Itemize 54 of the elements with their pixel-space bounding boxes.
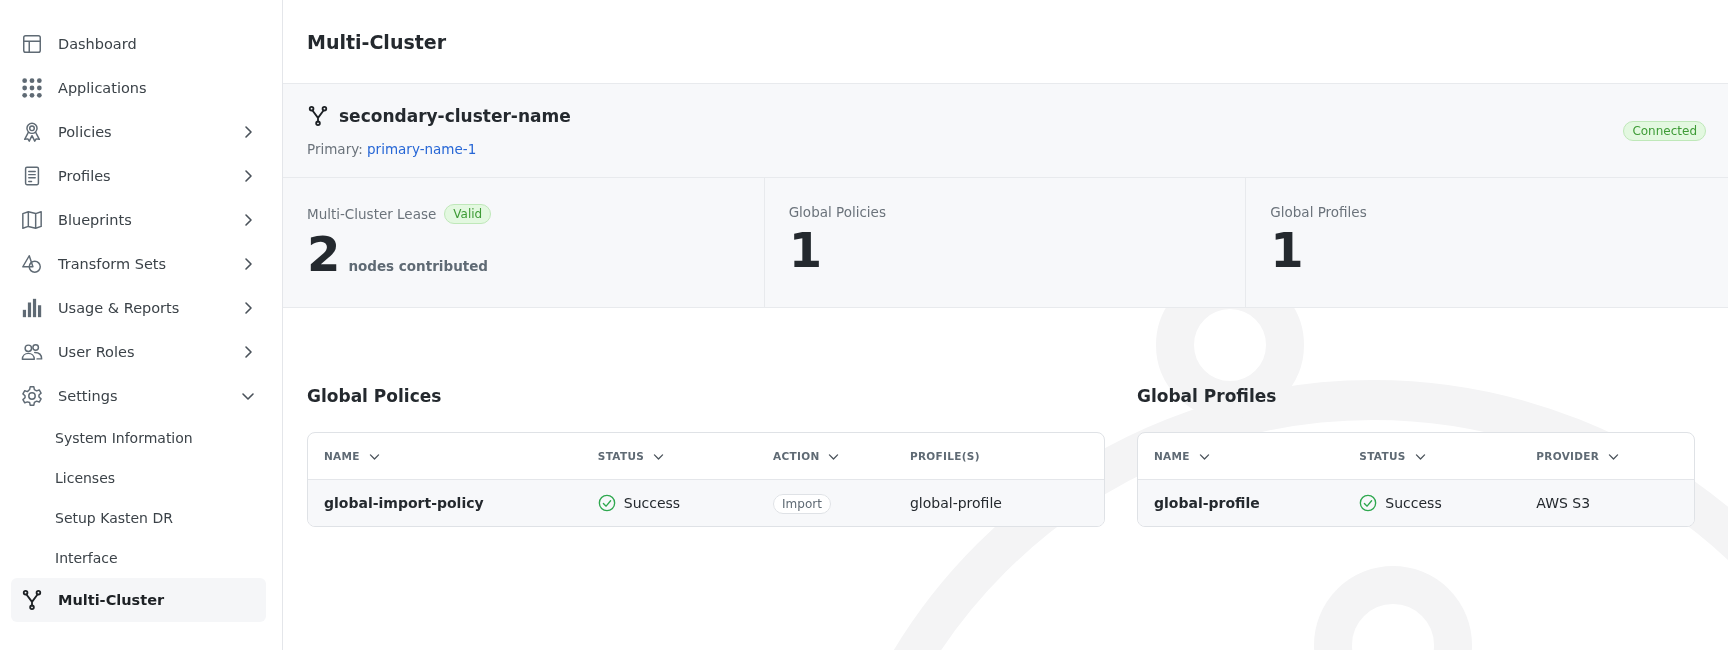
column-header[interactable]: ACTION: [773, 449, 910, 463]
map-icon: [21, 209, 43, 231]
status-text: Success: [1385, 495, 1442, 511]
sidebar-item[interactable]: Dashboard: [11, 22, 266, 66]
column-header[interactable]: STATUS: [597, 449, 774, 463]
stat-value: 1: [788, 226, 823, 274]
valid-badge: Valid: [444, 204, 492, 224]
table-cell-text: global-profile: [909, 495, 1003, 511]
sidebar-item[interactable]: Profiles: [11, 154, 266, 198]
stat-label: Multi-Cluster Lease: [307, 206, 437, 222]
column-header[interactable]: NAME: [324, 449, 598, 463]
dashboard-icon: [21, 33, 43, 55]
cluster-name: secondary-cluster-name: [339, 105, 571, 126]
stat-label: Global Policies: [788, 204, 886, 220]
check-circle-icon: [1359, 494, 1378, 512]
primary-link[interactable]: primary-name-1: [367, 140, 477, 157]
sidebar-subitem[interactable]: Interface: [0, 538, 282, 578]
sidebar-item[interactable]: Blueprints: [11, 198, 266, 242]
sidebar-subitem[interactable]: System Information: [0, 418, 282, 458]
bar-chart-icon: [21, 297, 43, 319]
sidebar-subitem[interactable]: Licenses: [0, 458, 282, 498]
award-icon: [21, 121, 43, 143]
sidebar-item[interactable]: Usage & Reports: [11, 286, 266, 330]
users-icon: [21, 341, 43, 363]
section-title: Global Polices: [307, 386, 443, 406]
table-cell-text: global-import-policy: [324, 495, 485, 511]
fork-icon: [21, 589, 43, 611]
sidebar-item[interactable]: User Roles: [11, 330, 266, 374]
shapes-icon: [21, 253, 43, 275]
grid-icon: [21, 77, 43, 99]
sidebar-item[interactable]: Multi-Cluster: [11, 578, 266, 622]
stat-unit: nodes contributed: [348, 258, 489, 274]
stat-label: Global Profiles: [1270, 204, 1367, 220]
column-header[interactable]: PROVIDER: [1536, 449, 1678, 463]
stat-value: 2: [307, 230, 341, 278]
stat-value: 1: [1270, 226, 1304, 274]
action-tag: Import: [773, 494, 831, 514]
status-badge: Connected: [1623, 120, 1706, 141]
sidebar-item[interactable]: Transform Sets: [11, 242, 266, 286]
sidebar-item[interactable]: Settings: [11, 374, 266, 418]
sidebar-item[interactable]: Policies: [11, 110, 266, 154]
column-header[interactable]: NAME: [1153, 449, 1360, 463]
status-text: Success: [623, 495, 681, 511]
section-title: Global Profiles: [1136, 386, 1278, 406]
column-header: PROFILE(S): [909, 450, 981, 462]
check-circle-icon: [597, 494, 616, 512]
table-cell-text: AWS S3: [1536, 495, 1592, 511]
primary-label: Primary:: [307, 140, 363, 157]
fork-icon: [307, 104, 329, 127]
sidebar-item[interactable]: Applications: [11, 66, 266, 110]
table-cell-text: global-profile: [1153, 495, 1261, 511]
sidebar-subitem[interactable]: Setup Kasten DR: [0, 498, 282, 538]
column-header[interactable]: STATUS: [1359, 449, 1537, 463]
settings-icon: [21, 385, 43, 407]
